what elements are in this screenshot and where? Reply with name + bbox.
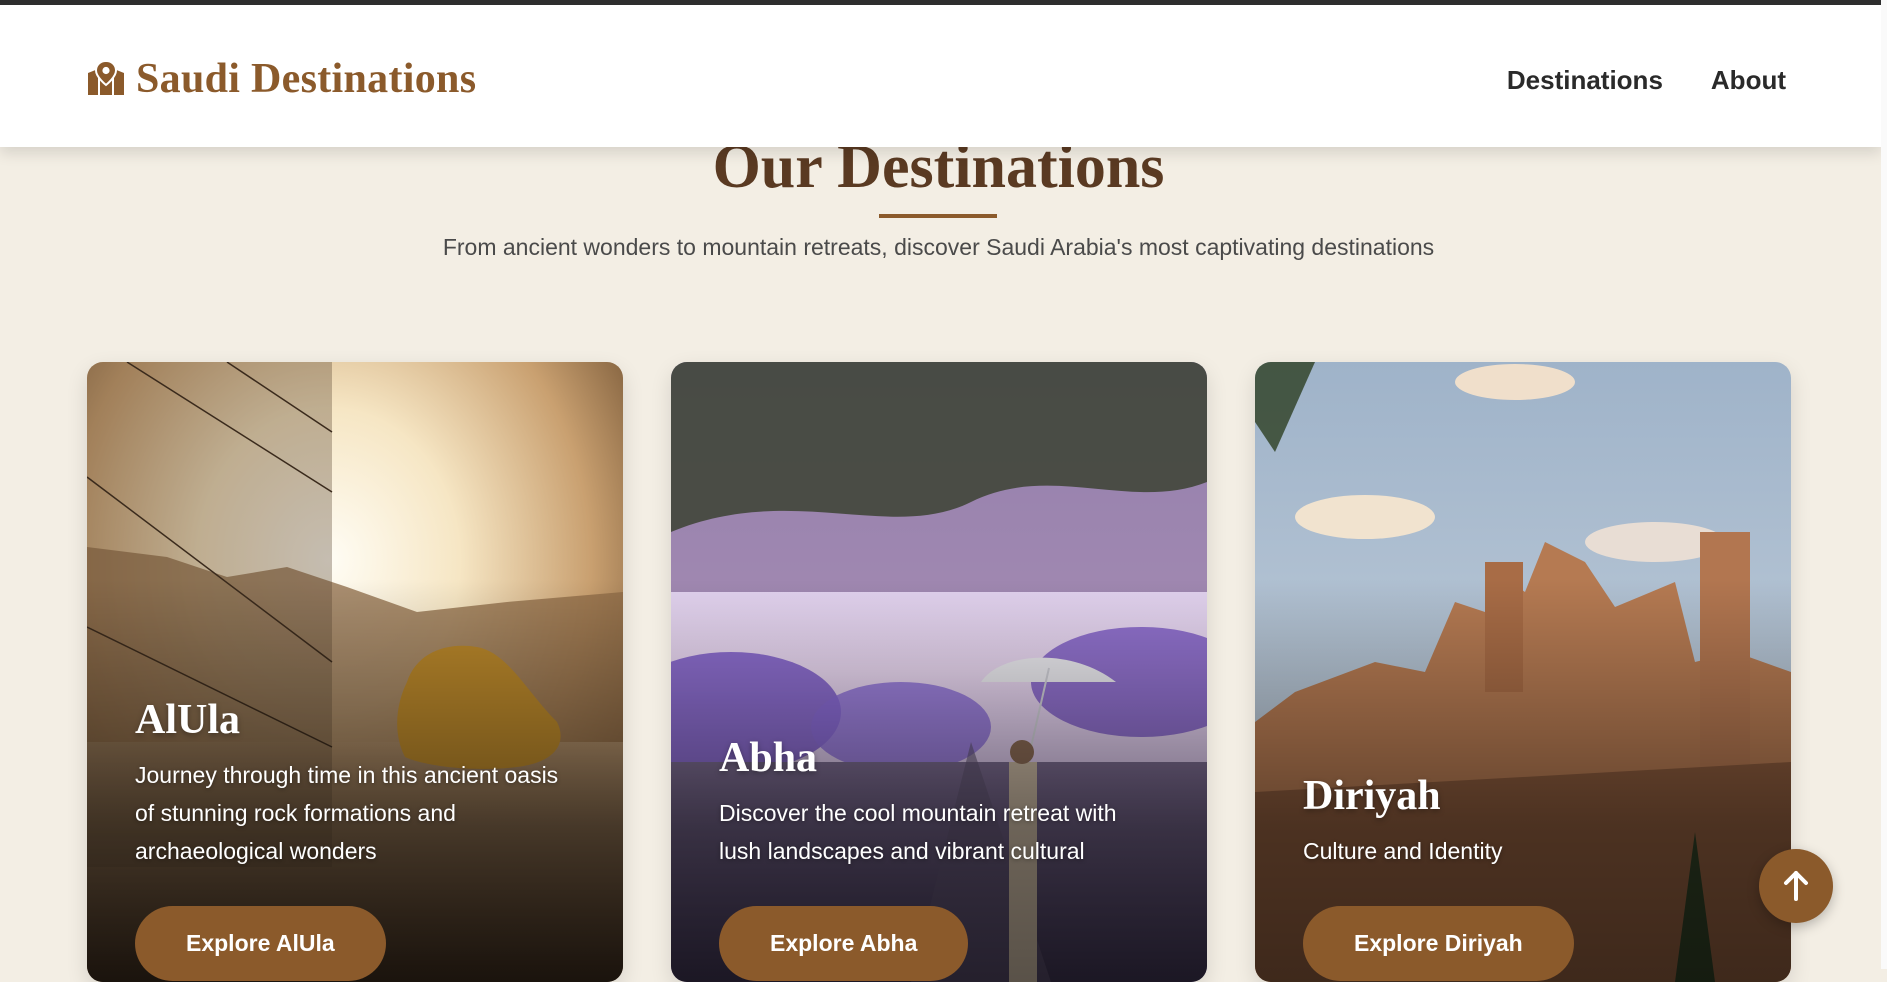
card-description: Culture and Identity <box>1303 838 1503 864</box>
window-top-border <box>0 0 1887 5</box>
explore-alula-button[interactable]: Explore AlUla <box>135 906 386 981</box>
back-to-top-button[interactable] <box>1759 849 1833 923</box>
section-subtitle: From ancient wonders to mountain retreat… <box>442 234 1435 260</box>
explore-abha-button[interactable]: Explore Abha <box>719 906 969 981</box>
card-description: Journey through time in this ancient oas… <box>135 762 559 864</box>
brand-logo[interactable]: Saudi Destinations <box>86 55 476 103</box>
title-divider <box>879 214 997 218</box>
nav-about-link[interactable]: About <box>1711 65 1786 96</box>
site-header: Saudi Destinations Destinations About <box>0 5 1881 147</box>
window-right-edge <box>1881 0 1887 969</box>
arrow-up-icon <box>1784 871 1808 901</box>
card-title: Abha <box>719 735 818 781</box>
card-content: AlUla Journey through time in this ancie… <box>135 696 575 982</box>
destination-card-abha: Abha Discover the cool mountain retreat … <box>671 362 1207 982</box>
brand-name: Saudi Destinations <box>136 56 477 102</box>
card-content: Abha Discover the cool mountain retreat … <box>719 734 1159 982</box>
map-location-icon <box>88 61 124 95</box>
destination-card-diriyah: Diriyah Culture and Identity Explore Dir… <box>1255 362 1791 982</box>
card-title: Diriyah <box>1303 773 1441 819</box>
explore-diriyah-button[interactable]: Explore Diriyah <box>1303 906 1574 981</box>
destination-card-alula: AlUla Journey through time in this ancie… <box>87 362 623 982</box>
card-title: AlUla <box>135 697 240 743</box>
nav-destinations-link[interactable]: Destinations <box>1507 65 1663 96</box>
card-description: Discover the cool mountain retreat with … <box>719 800 1117 864</box>
main-nav: Destinations About <box>1507 65 1786 96</box>
card-content: Diriyah Culture and Identity Explore Dir… <box>1303 772 1743 982</box>
